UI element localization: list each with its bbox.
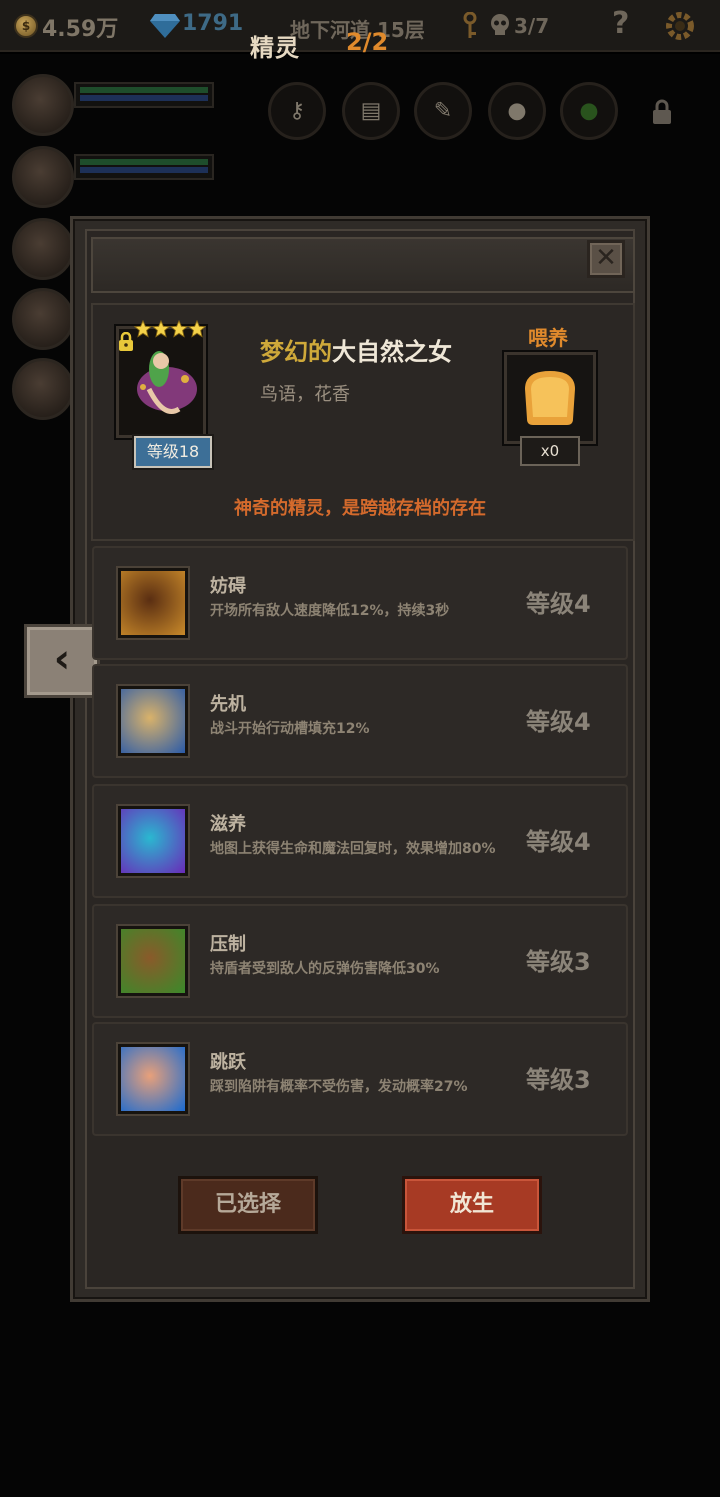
gem-amount: 1791	[182, 11, 244, 36]
character-level: 等级18	[134, 436, 212, 468]
skill-description: 持盾者受到敌人的反弹伤害降低30%	[210, 961, 440, 977]
star-icon	[134, 320, 152, 338]
skill-level: 等级4	[526, 590, 591, 618]
character-description: 鸟语，花香	[260, 384, 350, 405]
hero-portrait[interactable]	[12, 288, 74, 350]
skill-level: 等级4	[526, 708, 591, 736]
skill-description: 踩到陷阱有概率不受伤害，发动概率27%	[210, 1079, 468, 1095]
chevron-left-icon: ‹	[53, 636, 71, 682]
skill-description: 开场所有敌人速度降低12%，持续3秒	[210, 603, 450, 619]
leaping-leg-icon	[118, 1044, 188, 1114]
hero-portrait[interactable]	[12, 218, 74, 280]
skill-name: 先机	[210, 694, 246, 715]
gold-amount: 4.59万	[42, 17, 119, 42]
lock-icon	[653, 99, 671, 124]
skill-level: 等级4	[526, 828, 591, 856]
feed-slot[interactable]	[504, 352, 596, 444]
butterfly-wings-icon	[118, 806, 188, 876]
beast-claw-icon	[118, 926, 188, 996]
character-name: 梦幻的大自然之女	[260, 332, 452, 367]
key-icon	[463, 12, 477, 38]
chained-boot-icon	[118, 568, 188, 638]
skull-count: 3/7	[514, 14, 550, 38]
character-tagline: 神奇的精灵，是跨越存档的存在	[234, 498, 486, 519]
gear-icon[interactable]	[664, 10, 696, 42]
feed-count: x0	[520, 436, 580, 466]
diamond-icon	[150, 14, 180, 38]
close-button[interactable]: ✕	[587, 240, 625, 278]
skill-level: 等级3	[526, 1066, 591, 1094]
previous-spirit-button[interactable]: ‹	[24, 624, 100, 698]
star-icon	[152, 320, 170, 338]
item-slot[interactable]: ⚷	[268, 82, 326, 140]
book-icon: ▤	[360, 98, 382, 124]
item-slot[interactable]: ▤	[342, 82, 400, 140]
star-icon	[188, 320, 206, 338]
skill-name: 跳跃	[210, 1052, 246, 1073]
hero-health-bar	[74, 82, 214, 108]
skill-row[interactable]: 妨碍开场所有敌人速度降低12%，持续3秒 等级4	[92, 546, 628, 660]
character-name-noun: 大自然之女	[332, 338, 452, 366]
selected-button[interactable]: 已选择	[178, 1176, 318, 1234]
skill-row[interactable]: 滋养地图上获得生命和魔法回复时，效果增加80% 等级4	[92, 784, 628, 898]
spirit-count: 2/2	[346, 28, 389, 56]
skull-icon	[491, 14, 509, 35]
hero-portrait[interactable]	[12, 74, 74, 136]
skill-row[interactable]: 先机战斗开始行动槽填充12% 等级4	[92, 664, 628, 778]
key-item-icon: ⚷	[288, 98, 306, 124]
panel-title: 精灵	[250, 34, 300, 62]
hero-portrait[interactable]	[12, 146, 74, 208]
green-apple-icon: ●	[579, 98, 599, 124]
skill-description: 战斗开始行动槽填充12%	[210, 721, 370, 737]
close-icon: ✕	[595, 243, 617, 273]
piggy-bank-icon: ●	[507, 98, 527, 124]
panel-title-bar	[91, 237, 635, 293]
bread-icon	[525, 371, 575, 425]
skill-name: 妨碍	[210, 576, 246, 597]
item-slot[interactable]: ●	[488, 82, 546, 140]
star-icon	[170, 320, 188, 338]
release-button[interactable]: 放生	[402, 1176, 542, 1234]
help-button[interactable]: ?	[612, 6, 629, 41]
feed-label: 喂养	[528, 326, 568, 350]
item-slot[interactable]: ✎	[414, 82, 472, 140]
feather-icon: ✎	[433, 98, 453, 124]
hero-portrait[interactable]	[12, 358, 74, 420]
skill-description: 地图上获得生命和魔法回复时，效果增加80%	[210, 841, 496, 857]
hero-health-bar	[74, 154, 214, 180]
leopard-icon	[118, 686, 188, 756]
gold-coin-icon: $	[14, 14, 38, 38]
skill-name: 压制	[210, 934, 246, 955]
skill-level: 等级3	[526, 948, 591, 976]
item-slot[interactable]: ●	[560, 82, 618, 140]
gold-lock-icon	[119, 332, 133, 351]
skill-row[interactable]: 压制持盾者受到敌人的反弹伤害降低30% 等级3	[92, 904, 628, 1018]
skill-name: 滋养	[210, 814, 246, 835]
skill-row[interactable]: 跳跃踩到陷阱有概率不受伤害，发动概率27% 等级3	[92, 1022, 628, 1136]
character-name-adjective: 梦幻的	[260, 338, 332, 366]
